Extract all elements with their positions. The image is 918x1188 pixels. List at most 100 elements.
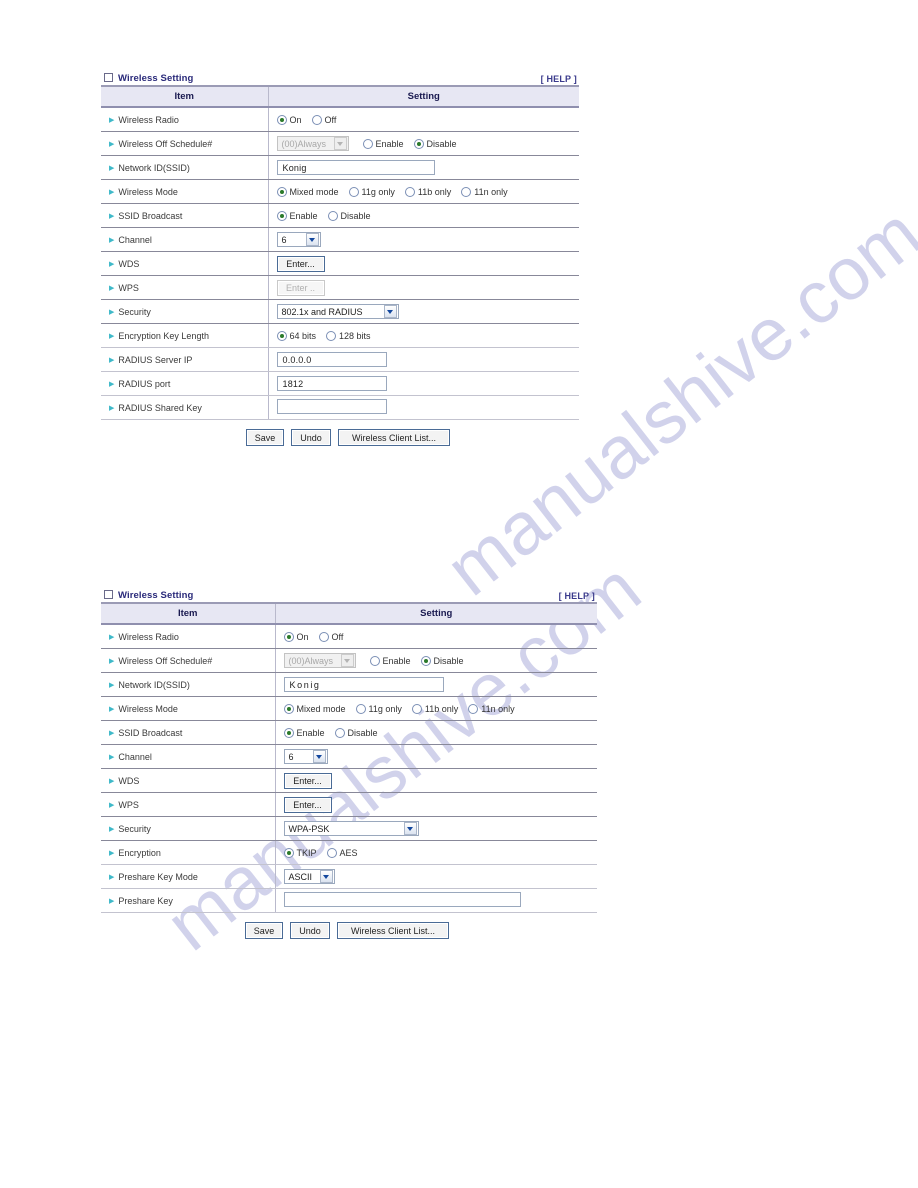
select-value: (00)Always [281,138,327,149]
radio-disable[interactable]: Disable [334,727,378,738]
table-row: ▶ Network ID(SSID) Konig [101,672,597,697]
save-button[interactable]: Save [245,922,283,939]
row-setting-cell-preshare-key-mode: ASCII [275,864,597,889]
row-setting-cell-wps: Enter .. [268,275,579,300]
chevron-down-icon [403,822,417,835]
preshare-key-mode-select[interactable]: ASCII [283,869,335,884]
window-icon [104,590,113,599]
row-setting-cell-wireless-mode: Mixed mode 11g only 11b only 11n only [275,696,598,721]
wireless-client-list-button[interactable]: Wireless Client List... [338,429,450,446]
radio-on[interactable]: On [276,114,302,125]
radio-tkip[interactable]: TKIP [283,847,317,858]
save-button[interactable]: Save [246,429,284,446]
row-label-cell-radius-port: ▶ RADIUS port [101,371,269,396]
radio-enable[interactable]: Enable [369,655,411,666]
row-label-cell-wps: ▶ WPS [101,792,276,817]
radio-11b-only[interactable]: 11b only [404,186,452,197]
radio-enable[interactable]: Enable [283,727,325,738]
action-button-bar: Save Undo Wireless Client List... [246,429,579,446]
radio-indicator [283,631,294,642]
undo-button[interactable]: Undo [290,922,330,939]
help-link[interactable]: [ HELP ] [541,74,577,84]
help-link[interactable]: [ HELP ] [559,591,595,601]
radio-enable[interactable]: Enable [276,210,318,221]
row-label-cell-encryption-key-length: ▶ Encryption Key Length [101,323,269,348]
radio-11g-only[interactable]: 11g only [348,186,395,197]
radio-11n-only[interactable]: 11n only [468,703,515,714]
radio-disable[interactable]: Disable [327,210,371,221]
row-label: WDS [118,775,140,786]
row-label-cell-ssid-broadcast: ▶ SSID Broadcast [101,720,276,745]
arrow-bullet-icon: ▶ [109,801,115,809]
radio-group: Mixed mode 11g only 11b only 11n only [283,703,598,714]
undo-button[interactable]: Undo [291,429,331,446]
radio-aes[interactable]: AES [326,847,358,858]
radius-server-ip-input[interactable]: 0.0.0.0 [276,352,387,367]
row-label: Preshare Key Mode [118,871,198,882]
row-setting-cell-wireless-off-schedule: (00)Always Enable Disable [275,648,598,673]
radio-label: 11n only [481,703,515,714]
channel-select[interactable]: 6 [283,749,328,764]
chevron-down-icon [383,305,397,318]
row-label: RADIUS Server IP [118,354,193,365]
radio-off[interactable]: Off [318,631,344,642]
row-setting-cell-radius-shared-key [268,395,579,420]
radio-off[interactable]: Off [311,114,336,125]
radio-11g-only[interactable]: 11g only [355,703,402,714]
radius-port-input[interactable]: 1812 [276,376,387,391]
arrow-bullet-icon: ▶ [109,705,115,713]
wireless-client-list-button[interactable]: Wireless Client List... [337,922,449,939]
schedule-controls: (00)Always Enable Disable [283,653,598,668]
security-select[interactable]: 802.1x and RADIUS [276,304,399,319]
radio-on[interactable]: On [283,631,309,642]
action-button-bar: Save Undo Wireless Client List... [245,922,597,939]
arrow-bullet-icon: ▶ [109,729,115,737]
table-row: ▶ Wireless Radio On Off [101,107,579,132]
table-header-row: Item Setting [101,87,579,108]
radio-indicator [468,703,479,714]
radio-label: On [289,114,302,125]
arrow-bullet-icon: ▶ [109,332,115,340]
radio-disable[interactable]: Disable [420,655,464,666]
wds-enter-button[interactable]: Enter... [283,772,332,789]
row-label: Security [118,823,151,834]
radio-11b-only[interactable]: 11b only [411,703,459,714]
chevron-down-icon [319,870,333,883]
row-setting-cell-radius-port: 1812 [268,371,579,396]
security-select[interactable]: WPA-PSK [283,821,419,836]
radio-disable[interactable]: Disable [413,138,457,149]
radio-indicator [461,186,472,197]
radio-indicator [311,114,322,125]
preshare-key-input[interactable] [283,892,521,907]
radius-shared-key-input[interactable] [276,399,387,414]
row-label: Wireless Off Schedule# [118,138,213,149]
wds-enter-button[interactable]: Enter... [276,255,325,272]
row-setting-cell-security: 802.1x and RADIUS [268,299,579,324]
radio-indicator [327,210,338,221]
network-id-ssid-input[interactable]: Konig [276,160,435,175]
network-id-ssid-input[interactable]: Konig [283,677,444,692]
row-label-cell-channel: ▶ Channel [101,744,276,769]
channel-select[interactable]: 6 [276,232,321,247]
table-body: ▶ Wireless Radio On Off ▶ Wireless Off Schedu… [101,107,579,420]
radio-64-bits[interactable]: 64 bits [276,330,316,341]
radio-11n-only[interactable]: 11n only [461,186,508,197]
radio-label: 128 bits [339,330,371,341]
select-value: WPA-PSK [288,823,330,834]
radio-label: 11b only [424,703,459,714]
wps-enter-button[interactable]: Enter... [283,796,332,813]
row-label-cell-security: ▶ Security [101,816,276,841]
radio-128-bits[interactable]: 128 bits [326,330,371,341]
table-row: ▶ Wireless Mode Mixed mode 11g only 11b only… [101,696,598,721]
radio-indicator [276,186,287,197]
row-label-cell-network-id-ssid: ▶ Network ID(SSID) [101,155,269,180]
radio-indicator [413,138,424,149]
radio-enable[interactable]: Enable [362,138,404,149]
radio-mixed-mode[interactable]: Mixed mode [276,186,339,197]
radio-indicator [283,847,294,858]
arrow-bullet-icon: ▶ [109,897,115,905]
radio-label: Off [331,631,344,642]
table-row: ▶ Channel 6 [101,227,579,252]
radio-label: 11b only [417,186,452,197]
radio-mixed-mode[interactable]: Mixed mode [283,703,346,714]
